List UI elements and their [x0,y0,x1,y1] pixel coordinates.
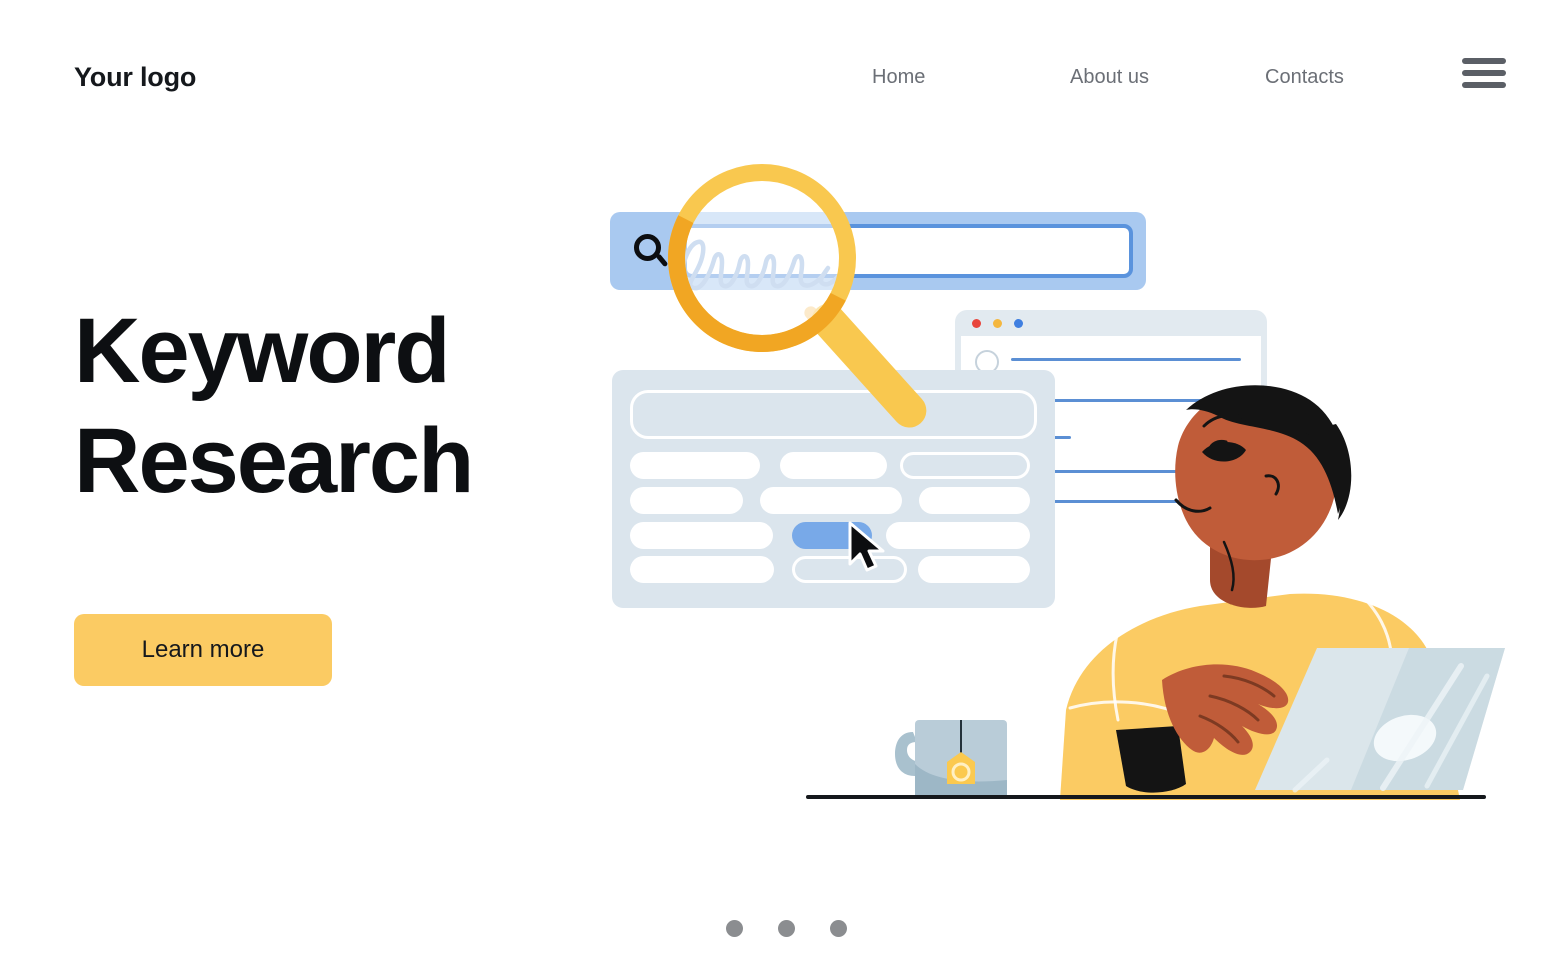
traffic-light-red-icon [972,319,981,328]
coffee-mug-illustration [895,720,1007,796]
landing-page: Your logo Home About us Contacts Keyword… [0,0,1568,980]
traffic-light-blue-icon [1014,319,1023,328]
result-pill[interactable] [630,556,774,583]
result-pill[interactable] [760,487,902,514]
result-pill[interactable] [780,452,887,479]
desk-line [806,795,1486,799]
result-pill[interactable] [886,522,1030,549]
result-pill[interactable] [918,556,1030,583]
carousel-dot-2[interactable] [778,920,795,937]
result-pill[interactable] [630,487,743,514]
laptop-illustration [1255,648,1505,793]
result-pill[interactable] [919,487,1030,514]
carousel-dot-1[interactable] [726,920,743,937]
hero-illustration [0,0,1568,980]
carousel-dots [718,920,858,944]
result-pill[interactable] [900,452,1030,479]
text-line [1011,358,1241,361]
browser-title-bar [955,310,1267,336]
result-pill[interactable] [630,452,760,479]
traffic-light-yellow-icon [993,319,1002,328]
mouse-pointer-icon [848,521,885,572]
carousel-dot-3[interactable] [830,920,847,937]
magnifying-glass-icon [643,139,940,435]
result-pill[interactable] [630,522,773,549]
